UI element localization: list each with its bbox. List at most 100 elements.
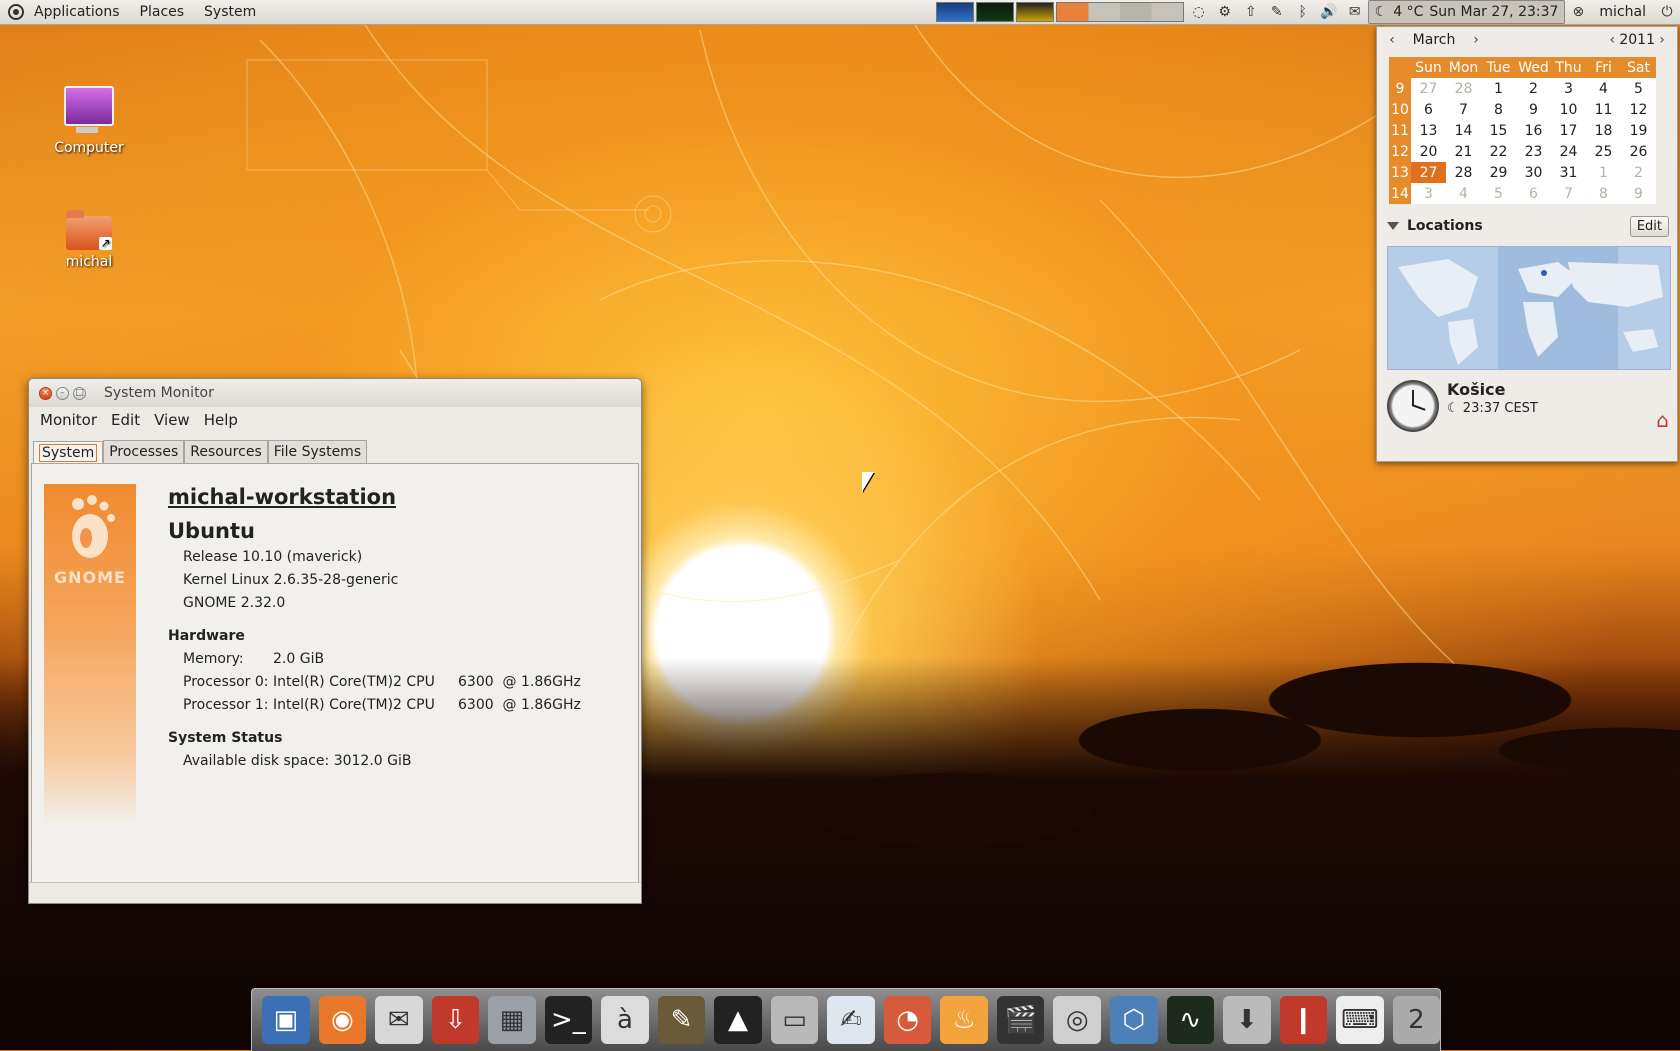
next-year-button[interactable]: › (1655, 32, 1669, 48)
calendar-day[interactable]: 15 (1481, 120, 1516, 141)
menu-edit[interactable]: Edit (104, 411, 147, 429)
calendar-day[interactable]: 14 (1446, 120, 1481, 141)
calendar-day[interactable]: 11 (1586, 99, 1621, 120)
tab-system[interactable]: System (33, 441, 104, 464)
calendar-day[interactable]: 27 (1411, 162, 1446, 183)
system-monitor-icon[interactable]: ∿ (1166, 996, 1215, 1044)
places-menu[interactable]: Places (130, 0, 195, 24)
update-icon[interactable]: ⚙ (1214, 2, 1236, 22)
power-icon[interactable]: ⏻ (1656, 2, 1678, 22)
gimp-icon[interactable]: ✎ (657, 996, 706, 1044)
calendar-day[interactable]: 18 (1586, 120, 1621, 141)
cpu-graph-applet[interactable] (935, 2, 974, 22)
desktop-icon-home[interactable]: michal (44, 210, 134, 270)
locations-header[interactable]: Locations Edit (1387, 214, 1669, 238)
calendar-day[interactable]: 2 (1516, 78, 1551, 99)
character-map-icon[interactable]: à (601, 996, 649, 1044)
calendar-day[interactable]: 3 (1411, 183, 1446, 204)
writer-icon[interactable]: ✍ (827, 996, 875, 1044)
calendar-day[interactable]: 6 (1516, 183, 1551, 204)
calendar-day[interactable]: 3 (1551, 78, 1586, 99)
burner-icon[interactable]: ♨ (940, 996, 988, 1044)
trash-icon[interactable]: 2 (1392, 996, 1441, 1044)
firefox-icon[interactable]: ◉ (318, 996, 367, 1044)
calendar-day[interactable]: 21 (1446, 141, 1481, 162)
prev-year-button[interactable]: ‹ (1605, 32, 1619, 48)
expander-arrow-icon[interactable] (1387, 222, 1399, 230)
calendar-day[interactable]: 29 (1481, 162, 1516, 183)
terminal-icon[interactable]: >_ (544, 996, 593, 1044)
next-month-button[interactable]: › (1469, 32, 1483, 48)
tab-file-systems[interactable]: File Systems (267, 440, 368, 463)
applications-menu[interactable]: Applications (24, 0, 130, 24)
calendar-day[interactable]: 10 (1551, 99, 1586, 120)
close-window-button[interactable]: × (39, 386, 52, 400)
memory-graph-applet[interactable] (975, 2, 1014, 22)
calculator-icon[interactable]: ▦ (488, 996, 536, 1044)
network-graph-applet[interactable] (1015, 2, 1054, 22)
volume-icon[interactable]: 🔊 (1318, 2, 1340, 22)
system-menu[interactable]: System (194, 0, 266, 24)
audio-player-icon[interactable]: ◎ (1053, 996, 1101, 1044)
edit-locations-button[interactable]: Edit (1629, 215, 1669, 237)
user-status-icon[interactable]: ⊗ (1567, 2, 1589, 22)
mail-icon[interactable]: ✉ (1344, 2, 1366, 22)
window-titlebar[interactable]: × – □ System Monitor (29, 379, 641, 407)
calendar-day[interactable]: 22 (1481, 141, 1516, 162)
calendar-day[interactable]: 27 (1411, 78, 1446, 99)
bluetooth-icon[interactable]: ᛒ (1292, 2, 1314, 22)
calendar-day[interactable]: 28 (1446, 78, 1481, 99)
upload-icon[interactable]: ⇧ (1240, 2, 1262, 22)
calendar-day[interactable]: 8 (1586, 183, 1621, 204)
calendar-day[interactable]: 30 (1516, 162, 1551, 183)
calendar-day[interactable]: 17 (1551, 120, 1586, 141)
calendar-day[interactable]: 6 (1411, 99, 1446, 120)
calendar-day[interactable]: 25 (1586, 141, 1621, 162)
calendar-day[interactable]: 23 (1516, 141, 1551, 162)
calendar-day[interactable]: 20 (1411, 141, 1446, 162)
desktop-icon-computer[interactable]: Computer (44, 86, 134, 156)
menu-monitor[interactable]: Monitor (33, 411, 104, 429)
clock-applet[interactable]: ☾ 4 °C Sun Mar 27, 23:37 (1367, 0, 1566, 24)
ubuntu-logo-icon[interactable] (8, 4, 24, 20)
calendar-day[interactable]: 19 (1621, 120, 1656, 141)
inkscape-icon[interactable]: ▲ (714, 996, 762, 1044)
minimize-window-button[interactable]: – (56, 386, 69, 400)
calendar-day[interactable]: 13 (1411, 120, 1446, 141)
user-menu[interactable]: michal (1591, 4, 1654, 20)
calendar-day[interactable]: 28 (1446, 162, 1481, 183)
notes-icon[interactable]: ✎ (1266, 2, 1288, 22)
downloads-icon[interactable]: ⬇ (1223, 996, 1271, 1044)
calendar-day[interactable]: 1 (1481, 78, 1516, 99)
keyboard-layout-icon[interactable]: ⌨ (1336, 996, 1384, 1044)
calendar-day[interactable]: 5 (1621, 78, 1656, 99)
mail-client-icon[interactable]: ✉ (375, 996, 423, 1044)
calendar-day[interactable]: 4 (1586, 78, 1621, 99)
prev-month-button[interactable]: ‹ (1385, 32, 1399, 48)
location-entry[interactable]: Košice ☾ 23:37 CEST ⌂ (1387, 380, 1669, 432)
calendar-day[interactable]: 7 (1551, 183, 1586, 204)
calendar-day[interactable]: 24 (1551, 141, 1586, 162)
home-location-icon[interactable]: ⌂ (1656, 408, 1669, 432)
network-icon[interactable]: ◌ (1188, 2, 1210, 22)
thermometer-icon[interactable]: ❙ (1279, 996, 1328, 1044)
workspace-switcher[interactable] (1055, 2, 1184, 22)
virtualbox-icon[interactable]: ⬡ (1109, 996, 1158, 1044)
calendar-day[interactable]: 26 (1621, 141, 1656, 162)
calendar-day[interactable]: 31 (1551, 162, 1586, 183)
menu-view[interactable]: View (147, 411, 197, 429)
calendar-day[interactable]: 9 (1621, 183, 1656, 204)
calendar-day[interactable]: 12 (1621, 99, 1656, 120)
calendar-day[interactable]: 8 (1481, 99, 1516, 120)
calendar-day[interactable]: 7 (1446, 99, 1481, 120)
calendar-day[interactable]: 2 (1621, 162, 1656, 183)
installer-icon[interactable]: ⇩ (431, 996, 480, 1044)
tab-resources[interactable]: Resources (184, 440, 268, 463)
maximize-window-button[interactable]: □ (73, 386, 86, 400)
calendar-day[interactable]: 1 (1586, 162, 1621, 183)
scanner-icon[interactable]: ▭ (770, 996, 819, 1044)
impress-icon[interactable]: ◔ (883, 996, 932, 1044)
video-editor-icon[interactable]: 🎬 (996, 996, 1045, 1044)
calendar-day[interactable]: 4 (1446, 183, 1481, 204)
tab-processes[interactable]: Processes (103, 440, 185, 463)
